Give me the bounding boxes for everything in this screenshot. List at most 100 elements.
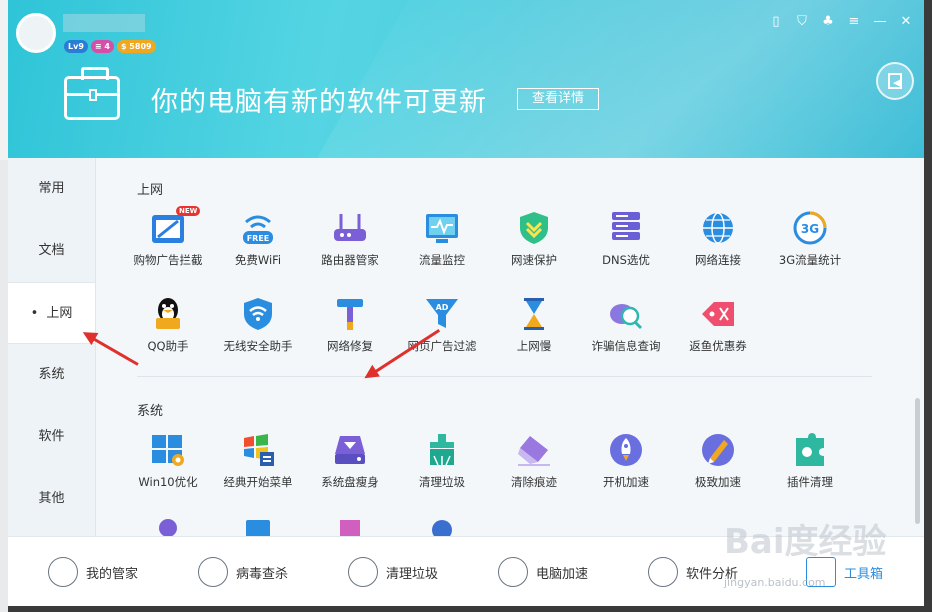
tool-label: 路由器管家	[321, 253, 379, 267]
window-controls: ▯ ⛉ ♣ ≡ — ✕	[768, 14, 914, 30]
panel-scrollbar[interactable]	[915, 398, 920, 524]
menu-icon[interactable]: ≡	[846, 14, 862, 30]
3g-icon: 3G	[792, 210, 828, 246]
shield-icon[interactable]: ⛉	[794, 14, 810, 30]
rocket-icon	[608, 432, 644, 468]
header-banner: Lv9 ≡ 4 $ 5809 ▯ ⛉ ♣ ≡ — ✕ 你的电脑有新的软件可更新 …	[8, 0, 924, 158]
partial-tool-icon	[332, 514, 368, 536]
tool-web-ad-filter[interactable]: AD 网页广告过滤	[393, 296, 491, 354]
tool-partial-1[interactable]	[119, 514, 217, 536]
tool-label: DNS选优	[602, 253, 650, 267]
tool-dns[interactable]: DNS选优	[577, 210, 675, 268]
tool-qq-helper[interactable]: QQ助手	[119, 296, 217, 354]
tool-start-menu[interactable]: 经典开始菜单	[209, 432, 307, 490]
tool-label: 经典开始菜单	[223, 475, 293, 489]
tools-panel: 上网 NEW 购物广告拦截 FREE 免费WiFi 路由器管家 流量监控 网速保…	[97, 158, 924, 536]
tool-ad-block[interactable]: NEW 购物广告拦截	[119, 206, 217, 268]
coupon-tag-icon	[700, 296, 736, 332]
tool-router[interactable]: 路由器管家	[301, 210, 399, 268]
tool-plugin-clean[interactable]: 插件清理	[761, 432, 859, 490]
tool-label: 购物广告拦截	[133, 253, 203, 267]
close-icon[interactable]: ✕	[898, 14, 914, 30]
update-headline: 你的电脑有新的软件可更新	[151, 87, 487, 118]
nav-label: 电脑加速	[536, 566, 589, 582]
hourglass-icon	[516, 296, 552, 332]
tool-clean-junk[interactable]: 清理垃圾	[393, 432, 491, 490]
section-title-internet: 上网	[137, 183, 164, 198]
free-wifi-icon: FREE	[240, 210, 276, 246]
sidebar-item-software[interactable]: 软件	[8, 406, 95, 468]
sidebar-item-common[interactable]: 常用	[8, 158, 95, 220]
tool-label: 无线安全助手	[223, 339, 293, 353]
router-icon	[332, 210, 368, 246]
tool-traffic-monitor[interactable]: 流量监控	[393, 210, 491, 268]
background-strip-top	[0, 0, 8, 160]
svg-text:FREE: FREE	[247, 234, 270, 243]
tool-network-repair[interactable]: 网络修复	[301, 296, 399, 354]
tool-label: 上网慢	[516, 339, 552, 353]
tool-speed-protect[interactable]: 网速保护	[485, 210, 583, 268]
sidebar-item-documents[interactable]: 文档	[8, 220, 95, 282]
tool-slow-internet[interactable]: 上网慢	[485, 296, 583, 354]
traffic-monitor-icon	[424, 210, 460, 246]
partial-tool-icon	[150, 514, 186, 536]
sidebar-item-other[interactable]: 其他	[8, 468, 95, 530]
vip-badge[interactable]: ≡ 4	[90, 40, 114, 53]
hammer-icon	[332, 296, 368, 332]
tool-label: 网络连接	[695, 253, 741, 267]
sidebar-item-system[interactable]: 系统	[8, 344, 95, 406]
phone-icon[interactable]: ▯	[768, 14, 784, 30]
tool-label: 返鱼优惠券	[689, 339, 747, 353]
exit-toolbox-icon[interactable]: ◀	[876, 62, 914, 100]
section-divider	[137, 376, 872, 377]
new-badge: NEW	[176, 206, 201, 216]
tool-disk-slim[interactable]: 系统盘瘦身	[301, 432, 399, 490]
tool-partial-4[interactable]	[393, 514, 491, 536]
tool-coupon[interactable]: 返鱼优惠券	[669, 296, 767, 354]
watermark: Bai度经验	[724, 522, 887, 562]
nav-speedup[interactable]: 电脑加速	[498, 555, 588, 589]
nav-cleanup[interactable]: 清理垃圾	[348, 555, 438, 589]
coin-badge[interactable]: $ 5809	[116, 40, 156, 53]
user-avatar[interactable]	[16, 13, 56, 53]
tool-partial-2[interactable]	[209, 514, 307, 536]
tool-label: 流量监控	[419, 253, 465, 267]
level-badge[interactable]: Lv9	[64, 40, 88, 53]
minimize-icon[interactable]: —	[872, 14, 888, 30]
tool-label: 清除痕迹	[511, 475, 557, 489]
tool-boot-speedup[interactable]: 开机加速	[577, 432, 675, 490]
tool-wifi-security[interactable]: 无线安全助手	[209, 296, 307, 354]
tool-fraud-check[interactable]: 诈骗信息查询	[577, 296, 675, 354]
svg-text:AD: AD	[436, 303, 449, 312]
rocket-boost-icon	[498, 557, 528, 587]
speed-shield-icon	[516, 210, 552, 246]
eraser-icon	[516, 432, 552, 468]
tool-extreme-speedup[interactable]: 极致加速	[669, 432, 767, 490]
tool-free-wifi[interactable]: FREE 免费WiFi	[209, 210, 307, 268]
nav-virus-scan[interactable]: 病毒查杀	[198, 555, 288, 589]
skin-shirt-icon[interactable]: ♣	[820, 14, 836, 30]
tool-label: 开机加速	[603, 475, 649, 489]
username-blurred	[63, 14, 145, 32]
tool-label: 系统盘瘦身	[321, 475, 379, 489]
ad-funnel-icon: AD	[424, 296, 460, 332]
nav-label: 清理垃圾	[386, 566, 439, 582]
category-sidebar: 常用 文档 上网 系统 软件 其他	[8, 158, 96, 536]
nav-my-butler[interactable]: 我的管家	[48, 555, 138, 589]
tool-label: 极致加速	[695, 475, 741, 489]
view-details-button[interactable]: 查看详情	[517, 88, 599, 110]
partial-tool-icon	[240, 514, 276, 536]
tool-3g-stats[interactable]: 3G 3G流量统计	[761, 210, 859, 268]
software-analysis-icon	[648, 557, 678, 587]
tool-label: QQ助手	[147, 339, 189, 353]
virus-scan-icon	[198, 557, 228, 587]
tool-network-connect[interactable]: 网络连接	[669, 210, 767, 268]
nav-label: 我的管家	[86, 566, 139, 582]
tool-clear-traces[interactable]: 清除痕迹	[485, 432, 583, 490]
tool-win10-optimize[interactable]: Win10优化	[119, 432, 217, 490]
trash-clean-icon	[424, 432, 460, 468]
cleanup-icon	[348, 557, 378, 587]
tool-partial-3[interactable]	[301, 514, 399, 536]
tool-label: 免费WiFi	[234, 253, 282, 267]
partial-tool-icon	[424, 514, 460, 536]
